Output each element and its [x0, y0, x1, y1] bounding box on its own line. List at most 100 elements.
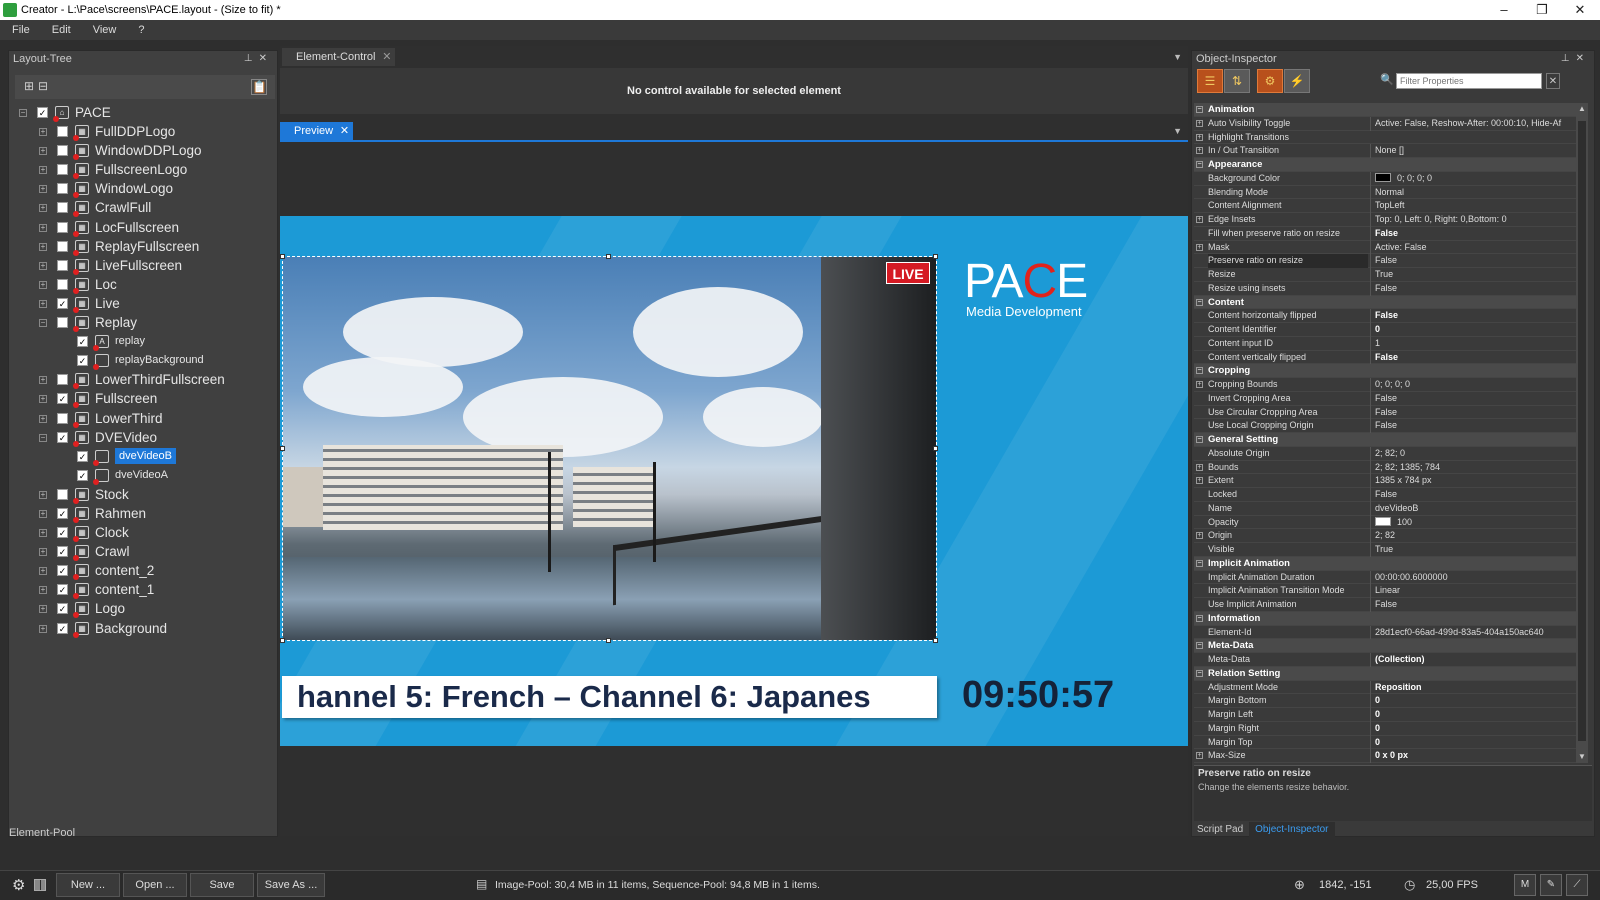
tree-item[interactable]: + ✓ ▦ Crawl [9, 542, 277, 562]
property-value[interactable]: False [1370, 281, 1576, 296]
property-row[interactable]: + Max-Size 0 x 0 px [1194, 749, 1576, 763]
expand-toggle-icon[interactable]: − [39, 433, 47, 442]
property-category[interactable]: − Content [1194, 295, 1576, 310]
tree-item[interactable]: − ✓ ▦ DVEVideo [9, 428, 277, 447]
draw-icon[interactable]: ⟋ [1566, 874, 1588, 896]
property-row[interactable]: + Edge Insets Top: 0, Left: 0, Right: 0,Bo… [1194, 213, 1576, 227]
visibility-checkbox[interactable] [57, 488, 68, 500]
tree-item[interactable]: + ✓ ▦ Clock [9, 523, 277, 543]
visibility-checkbox[interactable] [57, 278, 68, 290]
property-value[interactable]: 0 [1370, 694, 1576, 708]
property-value[interactable]: 2; 82 [1370, 529, 1576, 543]
collapse-category-icon[interactable]: − [1196, 614, 1203, 622]
mode-button[interactable]: M [1514, 874, 1536, 896]
expand-property-icon[interactable]: + [1196, 147, 1203, 155]
resize-handle[interactable] [933, 254, 938, 259]
tree-item[interactable]: + ✓ ▦ Live [9, 294, 277, 313]
expand-property-icon[interactable]: + [1196, 463, 1203, 471]
property-value[interactable]: 0 [1370, 708, 1576, 722]
collapse-category-icon[interactable]: − [1196, 436, 1203, 443]
tree-item[interactable]: + ✓ ▦ Rahmen [9, 504, 277, 523]
expand-toggle-icon[interactable]: + [39, 490, 47, 499]
expand-toggle-icon[interactable]: + [39, 548, 47, 557]
property-value[interactable]: 0; 0; 0; 0 [1370, 378, 1576, 392]
tree-item[interactable]: + ▦ Stock [9, 485, 277, 504]
expand-toggle-icon[interactable]: + [39, 204, 47, 213]
collapse-category-icon[interactable]: − [1196, 106, 1203, 113]
property-row[interactable]: Implicit Animation Duration 00:00:00.6000… [1194, 570, 1576, 585]
minimize-button[interactable]: – [1486, 0, 1522, 20]
property-row[interactable]: + Mask Active: False [1194, 240, 1576, 255]
expand-toggle-icon[interactable]: + [39, 529, 47, 538]
property-value[interactable]: Active: False [1370, 240, 1576, 255]
property-value[interactable]: False [1370, 254, 1576, 268]
expand-toggle-icon[interactable]: + [39, 128, 47, 137]
property-value[interactable]: None [] [1370, 144, 1576, 158]
collapse-category-icon[interactable]: − [1196, 298, 1203, 306]
property-category[interactable]: − Relation Setting [1194, 666, 1576, 681]
expand-toggle-icon[interactable]: + [39, 280, 47, 289]
expand-toggle-icon[interactable]: + [39, 299, 47, 308]
visibility-checkbox[interactable] [57, 412, 68, 424]
tree-item[interactable]: + ✓ ▦ content_2 [9, 561, 277, 581]
pin-icon[interactable]: ⊥ [1561, 53, 1576, 64]
visibility-checkbox[interactable] [57, 317, 68, 329]
visibility-checkbox[interactable] [57, 145, 68, 157]
menu-file[interactable]: File [0, 24, 40, 36]
resize-handle[interactable] [933, 446, 938, 451]
expand-toggle-icon[interactable]: + [39, 261, 47, 270]
tab-object-inspector[interactable]: Object-Inspector [1249, 822, 1335, 838]
property-row[interactable]: Element-Id 28d1ecf0-66ad-499d-83a5-404a15… [1194, 625, 1576, 640]
new-button[interactable]: New ... [56, 873, 120, 897]
collapse-category-icon[interactable]: − [1196, 367, 1203, 375]
visibility-checkbox[interactable] [57, 126, 68, 138]
property-category[interactable]: − General Setting [1194, 433, 1576, 447]
property-category[interactable]: − Cropping [1194, 364, 1576, 378]
property-value[interactable]: False [1370, 419, 1576, 433]
expand-toggle-icon[interactable]: + [39, 376, 47, 385]
property-value[interactable]: False [1370, 391, 1576, 406]
visibility-checkbox[interactable]: ✓ [57, 603, 68, 615]
property-value[interactable]: 2; 82; 0 [1370, 446, 1576, 461]
menu-edit[interactable]: Edit [40, 24, 81, 36]
expand-toggle-icon[interactable]: + [39, 242, 47, 251]
property-value[interactable]: Reposition [1370, 680, 1576, 695]
visibility-checkbox[interactable]: ✓ [77, 450, 88, 462]
expand-property-icon[interactable]: + [1196, 381, 1203, 388]
property-value[interactable]: 0 x 0 px [1370, 749, 1576, 763]
preview-stage[interactable]: LIVE PACE Media Development hannel 5: Fr… [280, 216, 1188, 746]
property-row[interactable]: Preserve ratio on resize False [1194, 254, 1576, 268]
expand-toggle-icon[interactable]: + [39, 223, 47, 232]
tree-item[interactable]: + ✓ ▦ Fullscreen [9, 389, 277, 409]
property-row[interactable]: Visible True [1194, 543, 1576, 557]
expand-toggle-icon[interactable]: + [39, 147, 47, 156]
visibility-checkbox[interactable]: ✓ [57, 507, 68, 519]
video-element-dveVideoB[interactable] [282, 256, 937, 641]
property-value[interactable]: Linear [1370, 584, 1576, 598]
visibility-checkbox[interactable]: ✓ [57, 393, 68, 405]
tree-item[interactable]: + ▦ Loc [9, 275, 277, 294]
visibility-checkbox[interactable] [57, 221, 68, 233]
collapse-category-icon[interactable]: − [1196, 559, 1203, 567]
properties-icon[interactable]: ⚙ [1257, 69, 1283, 93]
resize-handle[interactable] [933, 638, 938, 643]
visibility-checkbox[interactable] [57, 164, 68, 176]
property-value[interactable]: TopLeft [1370, 199, 1576, 213]
element-pool-tab[interactable]: Element-Pool [9, 827, 75, 839]
property-row[interactable]: Absolute Origin 2; 82; 0 [1194, 446, 1576, 461]
close-tab-icon[interactable]: ✕ [382, 48, 391, 66]
expand-toggle-icon[interactable]: − [19, 109, 27, 117]
collapse-category-icon[interactable]: − [1196, 669, 1203, 677]
property-value[interactable]: False [1370, 309, 1576, 323]
property-row[interactable]: Use Local Cropping Origin False [1194, 419, 1576, 433]
property-value[interactable]: Top: 0, Left: 0, Right: 0,Bottom: 0 [1370, 213, 1576, 227]
property-value[interactable]: 28d1ecf0-66ad-499d-83a5-404a150ac640 [1370, 625, 1576, 640]
property-value[interactable]: 2; 82; 1385; 784 [1370, 460, 1576, 475]
alphabetical-view-icon[interactable]: ⇅ [1224, 69, 1250, 93]
close-window-button[interactable]: ✕ [1562, 0, 1598, 20]
visibility-checkbox[interactable]: ✓ [57, 431, 68, 443]
property-category[interactable]: − Animation [1194, 103, 1576, 117]
save-as-button[interactable]: Save As ... [257, 873, 325, 897]
tree-item[interactable]: + ▦ ReplayFullscreen [9, 237, 277, 256]
property-row[interactable]: Meta-Data (Collection) [1194, 653, 1576, 667]
